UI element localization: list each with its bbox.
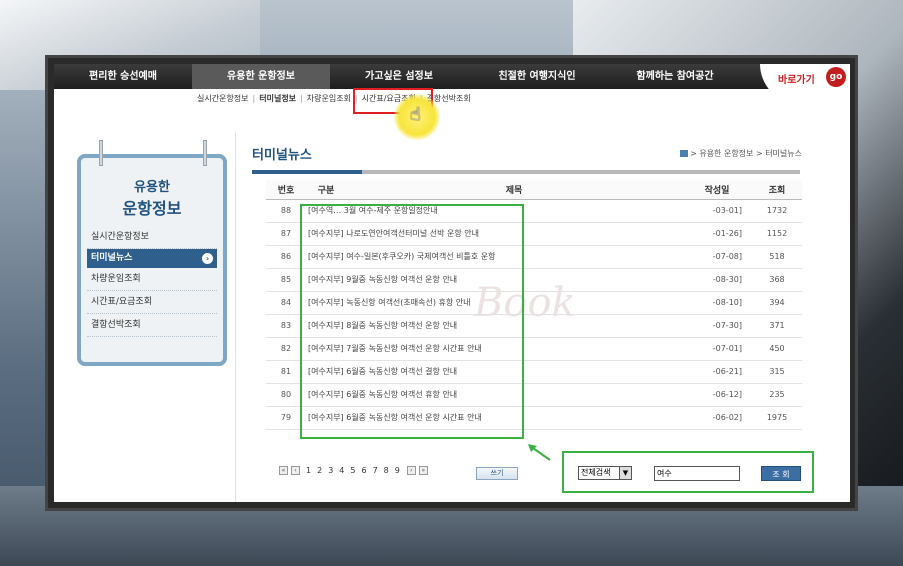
shortcut-label: 바로가기 — [778, 75, 815, 86]
write-button[interactable]: 쓰기 — [476, 467, 518, 480]
breadcrumb-text: > 유용한 운항정보 > 터미널뉴스 — [690, 149, 802, 158]
header-date: 작성일 — [682, 180, 752, 200]
go-button[interactable]: go — [826, 67, 846, 87]
row-date: -03-01] — [682, 199, 752, 223]
title-underline-accent — [252, 170, 362, 174]
row-views: 450 — [752, 337, 802, 361]
shortcut-panel: 바로가기 go — [760, 64, 850, 104]
nav-item-community[interactable]: 함께하는 참여공간 — [606, 64, 744, 89]
search-scope-value: 전체검색 — [581, 468, 611, 477]
page-link[interactable]: 3 — [328, 466, 333, 475]
row-views: 371 — [752, 314, 802, 338]
last-page-icon[interactable]: » — [418, 466, 428, 475]
row-date: -06-21] — [682, 360, 752, 384]
prev-page-icon[interactable]: ‹ — [291, 466, 300, 475]
header-title: 제목 — [346, 180, 682, 200]
header-category: 구분 — [306, 180, 346, 200]
titles-highlight-box — [300, 204, 524, 439]
first-page-icon[interactable]: « — [279, 466, 288, 475]
sidebar-title: 유용한 운항정보 — [81, 176, 223, 219]
pagination: « ‹ 1 2 3 4 5 6 7 8 9 › » — [279, 466, 431, 475]
row-date: -06-02] — [682, 406, 752, 430]
search-scope-select[interactable]: 전체검색 ▼ — [578, 466, 632, 480]
row-views: 1152 — [752, 222, 802, 246]
row-date: -06-12] — [682, 383, 752, 407]
subnav-item-terminal[interactable]: 터미널정보 — [256, 93, 299, 104]
nav-item-island-info[interactable]: 가고싶은 섬정보 — [330, 64, 468, 89]
page-link[interactable]: 5 — [350, 466, 355, 475]
sidebar-item-label: 터미널뉴스 — [91, 253, 133, 263]
sidebar-pin — [99, 140, 103, 166]
page-link[interactable]: 8 — [384, 466, 389, 475]
hand-cursor-icon: ☝ — [410, 104, 421, 125]
breadcrumb: > 유용한 운항정보 > 터미널뉴스 — [680, 148, 802, 159]
sidebar: 유용한 운항정보 실시간운항정보 터미널뉴스 › 차량운임조회 시간표/요금조회… — [77, 140, 227, 366]
nav-item-booking[interactable]: 편리한 승선예매 — [54, 64, 192, 89]
chevron-down-icon[interactable]: ▼ — [619, 467, 631, 479]
table-header-row: 번호 구분 제목 작성일 조회 — [266, 180, 802, 200]
page-link[interactable]: 1 — [306, 466, 311, 475]
sidebar-menu: 실시간운항정보 터미널뉴스 › 차량운임조회 시간표/요금조회 결항선박조회 — [87, 226, 217, 337]
nav-item-operation-info[interactable]: 유용한 운항정보 — [192, 64, 330, 89]
next-page-icon[interactable]: › — [406, 466, 416, 475]
row-views: 394 — [752, 291, 802, 315]
sidebar-item-realtime[interactable]: 실시간운항정보 — [87, 226, 217, 249]
row-views: 315 — [752, 360, 802, 384]
sidebar-item-terminal-news[interactable]: 터미널뉴스 › — [87, 249, 217, 268]
page-title: 터미널뉴스 — [252, 148, 312, 163]
sidebar-title-line2: 운항정보 — [122, 199, 182, 218]
subnav-item-realtime[interactable]: 실시간운항정보 — [194, 93, 252, 104]
row-date: -07-08] — [682, 245, 752, 269]
page-link[interactable]: 2 — [317, 466, 322, 475]
page-link[interactable]: 9 — [395, 466, 400, 475]
subnav-item-vehicle-fare[interactable]: 차량운임조회 — [304, 93, 354, 104]
row-date: -08-30] — [682, 268, 752, 292]
row-views: 518 — [752, 245, 802, 269]
sidebar-item-timetable[interactable]: 시간표/요금조회 — [87, 291, 217, 314]
row-date: -08-10] — [682, 291, 752, 315]
row-views: 235 — [752, 383, 802, 407]
row-date: -01-26] — [682, 222, 752, 246]
top-navigation: 편리한 승선예매 유용한 운항정보 가고싶은 섬정보 친절한 여행지식인 함께하… — [54, 64, 850, 89]
green-arrow-icon — [528, 444, 551, 461]
nav-item-travel-qna[interactable]: 친절한 여행지식인 — [468, 64, 606, 89]
header-num: 번호 — [266, 180, 306, 200]
title-underline — [252, 170, 800, 174]
row-views: 1975 — [752, 406, 802, 430]
sidebar-title-line1: 유용한 — [134, 180, 170, 195]
page-link[interactable]: 6 — [361, 466, 366, 475]
row-date: -07-30] — [682, 314, 752, 338]
sidebar-item-vehicle-fare[interactable]: 차량운임조회 — [87, 268, 217, 291]
sidebar-pin — [203, 140, 207, 166]
page-link[interactable]: 7 — [373, 466, 378, 475]
sidebar-item-cancelled[interactable]: 결항선박조회 — [87, 314, 217, 337]
home-icon[interactable] — [680, 150, 689, 157]
search-input[interactable]: 여수 — [654, 466, 740, 481]
header-views: 조회 — [752, 180, 802, 200]
row-date: -07-01] — [682, 337, 752, 361]
arrow-right-icon: › — [202, 253, 213, 264]
website-screen: 편리한 승선예매 유용한 운항정보 가고싶은 섬정보 친절한 여행지식인 함께하… — [54, 64, 850, 502]
search-button[interactable]: 조 회 — [761, 466, 801, 481]
page-link[interactable]: 4 — [339, 466, 344, 475]
row-views: 368 — [752, 268, 802, 292]
row-views: 1732 — [752, 199, 802, 223]
content-divider — [235, 132, 236, 502]
